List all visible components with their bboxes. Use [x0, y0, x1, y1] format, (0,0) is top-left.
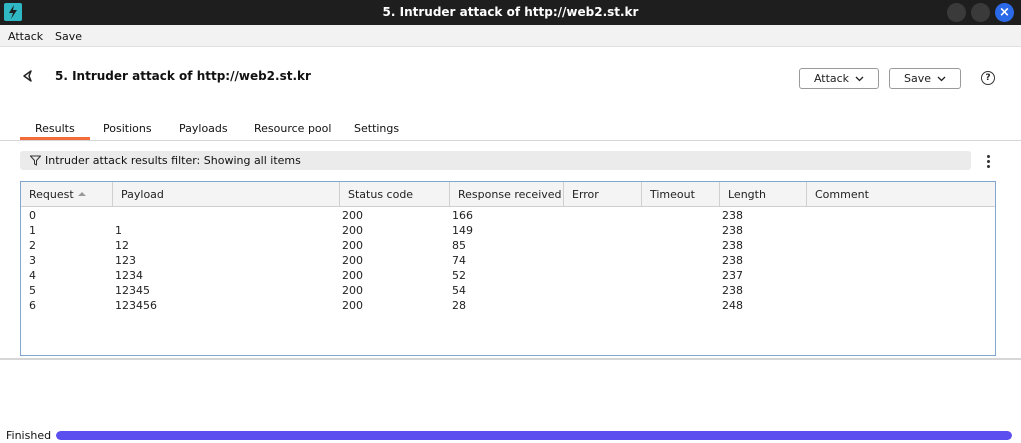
- tab-bar: Results Positions Payloads Resource pool…: [0, 118, 1021, 141]
- table-row[interactable]: 0 200 166 238: [21, 208, 995, 223]
- filter-text: Intruder attack results filter: Showing …: [45, 154, 301, 167]
- column-header-payload[interactable]: Payload: [113, 182, 340, 207]
- cell-length: 238: [722, 209, 743, 222]
- column-header-comment[interactable]: Comment: [807, 182, 995, 207]
- filter-icon: [30, 155, 41, 166]
- status-label: Finished: [6, 429, 52, 442]
- title-bar: 5. Intruder attack of http://web2.st.kr …: [0, 0, 1021, 25]
- cell-received: 52: [452, 269, 466, 282]
- help-icon[interactable]: ?: [981, 71, 995, 85]
- cell-status: 200: [342, 284, 363, 297]
- cell-status: 200: [342, 269, 363, 282]
- table-row[interactable]: 5 12345 200 54 238: [21, 283, 995, 298]
- table-row[interactable]: 3 123 200 74 238: [21, 253, 995, 268]
- cell-status: 200: [342, 254, 363, 267]
- cell-request: 5: [29, 284, 36, 297]
- cell-request: 3: [29, 254, 36, 267]
- column-header-request[interactable]: Request: [21, 182, 113, 207]
- cell-payload: 1: [115, 224, 122, 237]
- table-row[interactable]: 1 1 200 149 238: [21, 223, 995, 238]
- column-header-timeout[interactable]: Timeout: [642, 182, 720, 207]
- cell-status: 200: [342, 239, 363, 252]
- tab-resource-pool[interactable]: Resource pool: [254, 122, 331, 135]
- cell-received: 74: [452, 254, 466, 267]
- cell-status: 200: [342, 299, 363, 312]
- tab-payloads[interactable]: Payloads: [179, 122, 228, 135]
- progress-bar: [56, 431, 1012, 440]
- menu-save[interactable]: Save: [55, 30, 82, 43]
- page-title: 5. Intruder attack of http://web2.st.kr: [55, 69, 311, 83]
- cell-payload: 123456: [115, 299, 157, 312]
- tab-positions[interactable]: Positions: [103, 122, 152, 135]
- cell-payload: 123: [115, 254, 136, 267]
- cell-received: 166: [452, 209, 473, 222]
- close-icon[interactable]: ×: [995, 3, 1014, 22]
- chevron-down-icon: [937, 76, 946, 81]
- cell-length: 238: [722, 224, 743, 237]
- cell-received: 54: [452, 284, 466, 297]
- progress-fill: [56, 431, 1012, 440]
- attack-button[interactable]: Attack: [799, 68, 879, 89]
- lower-panel: [0, 360, 1021, 422]
- table-row[interactable]: 6 123456 200 28 248: [21, 298, 995, 313]
- cell-status: 200: [342, 224, 363, 237]
- column-header-status-code[interactable]: Status code: [340, 182, 450, 207]
- results-filter-bar[interactable]: Intruder attack results filter: Showing …: [20, 151, 971, 170]
- cell-length: 238: [722, 239, 743, 252]
- cell-request: 0: [29, 209, 36, 222]
- table-header: Request Payload Status code Response rec…: [21, 182, 995, 207]
- cell-length: 238: [722, 254, 743, 267]
- cell-request: 1: [29, 224, 36, 237]
- sort-ascending-icon: [77, 192, 86, 196]
- cell-received: 149: [452, 224, 473, 237]
- tab-results[interactable]: Results: [20, 122, 90, 140]
- table-row[interactable]: 2 12 200 85 238: [21, 238, 995, 253]
- cell-received: 28: [452, 299, 466, 312]
- cell-payload: 12345: [115, 284, 150, 297]
- maximize-icon[interactable]: [971, 3, 990, 22]
- cell-length: 238: [722, 284, 743, 297]
- cell-length: 248: [722, 299, 743, 312]
- menu-bar: Attack Save: [0, 25, 1021, 47]
- cell-request: 6: [29, 299, 36, 312]
- kebab-menu-icon[interactable]: [987, 155, 991, 170]
- minimize-icon[interactable]: [947, 3, 966, 22]
- cell-received: 85: [452, 239, 466, 252]
- table-body: 0 200 166 238 1 1 200 149 238 2 12 200 85 238 3 123 200 7…: [21, 208, 995, 313]
- attack-button-label: Attack: [813, 72, 850, 85]
- cell-length: 237: [722, 269, 743, 282]
- menu-attack[interactable]: Attack: [8, 30, 43, 43]
- cell-request: 2: [29, 239, 36, 252]
- save-button[interactable]: Save: [889, 68, 961, 89]
- cell-status: 200: [342, 209, 363, 222]
- results-table: Request Payload Status code Response rec…: [20, 181, 996, 356]
- column-header-length[interactable]: Length: [720, 182, 807, 207]
- cell-payload: 12: [115, 239, 129, 252]
- column-header-error[interactable]: Error: [564, 182, 642, 207]
- table-row[interactable]: 4 1234 200 52 237: [21, 268, 995, 283]
- chevron-down-icon: [855, 76, 864, 81]
- tab-settings[interactable]: Settings: [354, 122, 399, 135]
- window-title: 5. Intruder attack of http://web2.st.kr: [382, 5, 639, 19]
- cell-request: 4: [29, 269, 36, 282]
- save-button-label: Save: [903, 72, 931, 85]
- column-header-response-received[interactable]: Response received: [450, 182, 564, 207]
- back-icon[interactable]: [20, 68, 36, 84]
- cell-payload: 1234: [115, 269, 143, 282]
